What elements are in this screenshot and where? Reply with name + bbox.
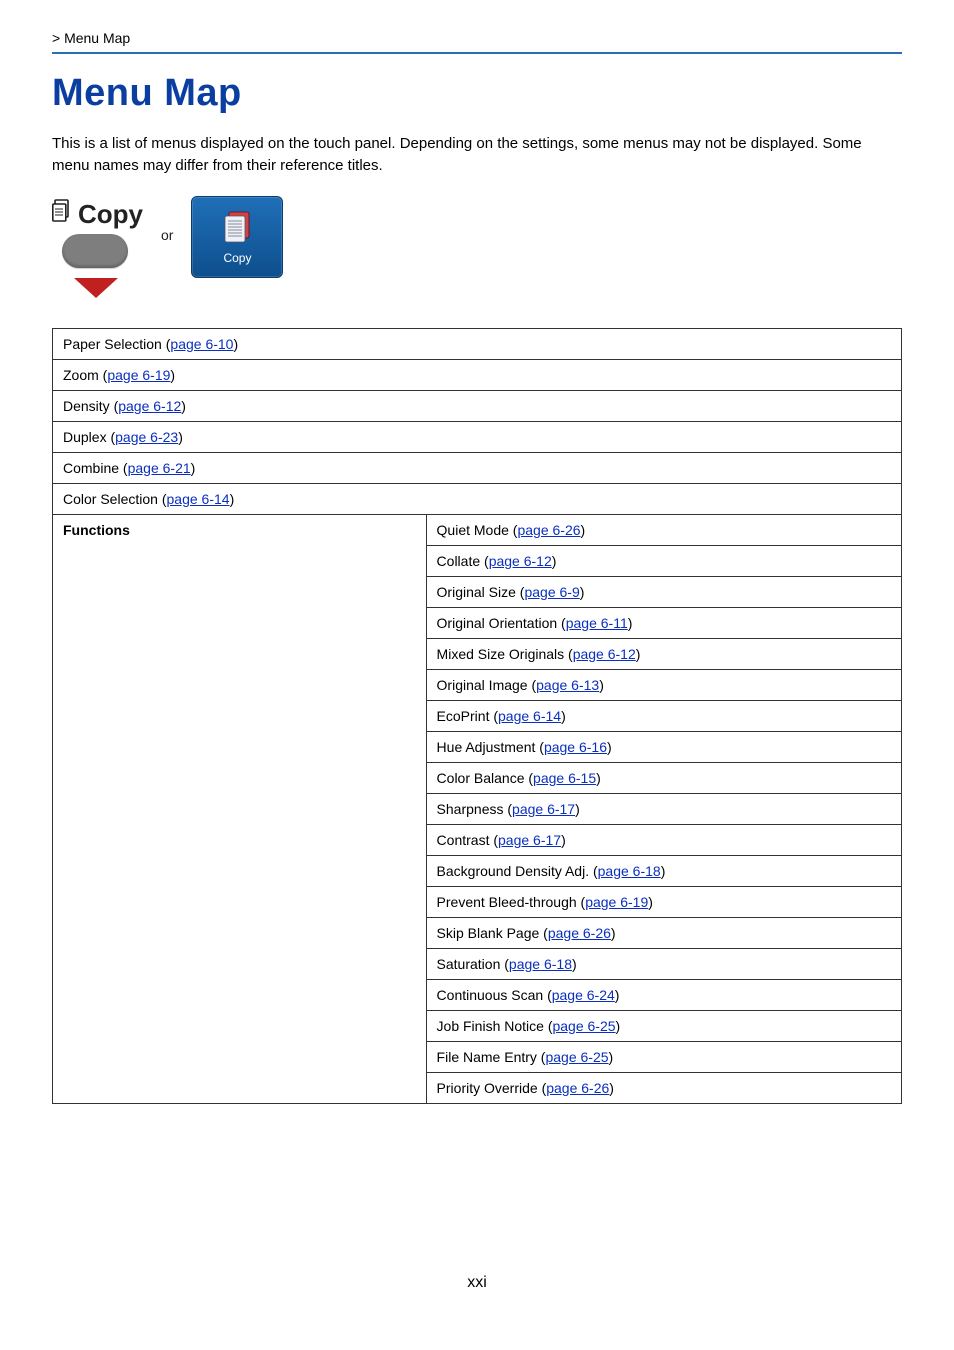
page-link[interactable]: page 6-9 [524, 584, 579, 600]
table-row: FunctionsQuiet Mode (page 6-26) [53, 514, 902, 545]
table-cell: Saturation (page 6-18) [426, 948, 901, 979]
page-number: xxi [52, 1274, 902, 1292]
menu-item-label: Color Selection ( [63, 491, 167, 507]
table-cell: Color Selection (page 6-14) [53, 483, 902, 514]
table-row: Zoom (page 6-19) [53, 359, 902, 390]
page-link[interactable]: page 6-16 [544, 739, 607, 755]
paper-stack-icon [218, 209, 256, 247]
or-label: or [161, 227, 173, 243]
table-cell: Mixed Size Originals (page 6-12) [426, 638, 901, 669]
menu-item-label: Sharpness ( [437, 801, 512, 817]
page-link[interactable]: page 6-14 [498, 708, 561, 724]
table-cell: Density (page 6-12) [53, 390, 902, 421]
page-link[interactable]: page 6-12 [118, 398, 181, 414]
page-link[interactable]: page 6-10 [170, 336, 233, 352]
table-cell: Zoom (page 6-19) [53, 359, 902, 390]
hardkey-button[interactable] [62, 234, 128, 268]
page-link[interactable]: page 6-14 [167, 491, 230, 507]
copy-hardkey: Copy [52, 199, 143, 298]
table-cell: Prevent Bleed-through (page 6-19) [426, 886, 901, 917]
menu-item-label: Skip Blank Page ( [437, 925, 548, 941]
copy-doc-icon [52, 199, 72, 223]
menu-item-label: Color Balance ( [437, 770, 534, 786]
copy-softkey-label: Copy [223, 251, 251, 265]
page-link[interactable]: page 6-12 [573, 646, 636, 662]
breadcrumb: > Menu Map [52, 30, 902, 52]
menu-item-label: Density ( [63, 398, 118, 414]
table-cell: Continuous Scan (page 6-24) [426, 979, 901, 1010]
copy-controls: Copy or Copy [52, 199, 902, 298]
page-link[interactable]: page 6-18 [598, 863, 661, 879]
page-link[interactable]: page 6-17 [498, 832, 561, 848]
menu-item-label: Collate ( [437, 553, 489, 569]
table-cell: Original Image (page 6-13) [426, 669, 901, 700]
menu-item-label: Hue Adjustment ( [437, 739, 544, 755]
table-cell: Quiet Mode (page 6-26) [426, 514, 901, 545]
table-cell: Sharpness (page 6-17) [426, 793, 901, 824]
functions-label-cell: Functions [53, 514, 427, 1103]
menu-item-label: Contrast ( [437, 832, 498, 848]
table-cell: Collate (page 6-12) [426, 545, 901, 576]
table-row: Color Selection (page 6-14) [53, 483, 902, 514]
menu-item-label: Combine ( [63, 460, 128, 476]
menu-item-label: Background Density Adj. ( [437, 863, 598, 879]
page-link[interactable]: page 6-17 [512, 801, 575, 817]
page-link[interactable]: page 6-19 [107, 367, 170, 383]
down-triangle-icon [74, 278, 118, 298]
page-link[interactable]: page 6-18 [509, 956, 572, 972]
table-cell: Hue Adjustment (page 6-16) [426, 731, 901, 762]
table-row: Duplex (page 6-23) [53, 421, 902, 452]
menu-item-label: Saturation ( [437, 956, 509, 972]
menu-item-label: Priority Override ( [437, 1080, 547, 1096]
page-title: Menu Map [52, 72, 902, 115]
page-link[interactable]: page 6-26 [517, 522, 580, 538]
page-link[interactable]: page 6-12 [489, 553, 552, 569]
table-cell: Original Size (page 6-9) [426, 576, 901, 607]
table-cell: Contrast (page 6-17) [426, 824, 901, 855]
menu-table: Paper Selection (page 6-10)Zoom (page 6-… [52, 328, 902, 1104]
page-link[interactable]: page 6-26 [548, 925, 611, 941]
page-link[interactable]: page 6-25 [545, 1049, 608, 1065]
menu-item-label: File Name Entry ( [437, 1049, 546, 1065]
page-link[interactable]: page 6-13 [536, 677, 599, 693]
menu-item-label: Original Orientation ( [437, 615, 566, 631]
menu-item-label: Continuous Scan ( [437, 987, 552, 1003]
page-link[interactable]: page 6-25 [552, 1018, 615, 1034]
menu-item-label: Paper Selection ( [63, 336, 170, 352]
page-link[interactable]: page 6-24 [552, 987, 615, 1003]
copy-softkey[interactable]: Copy [191, 196, 283, 278]
page-link[interactable]: page 6-21 [128, 460, 191, 476]
table-cell: EcoPrint (page 6-14) [426, 700, 901, 731]
menu-item-label: Duplex ( [63, 429, 115, 445]
table-cell: Priority Override (page 6-26) [426, 1072, 901, 1103]
table-cell: File Name Entry (page 6-25) [426, 1041, 901, 1072]
table-cell: Paper Selection (page 6-10) [53, 328, 902, 359]
menu-item-label: Quiet Mode ( [437, 522, 518, 538]
table-cell: Skip Blank Page (page 6-26) [426, 917, 901, 948]
table-cell: Color Balance (page 6-15) [426, 762, 901, 793]
table-cell: Original Orientation (page 6-11) [426, 607, 901, 638]
menu-item-label: Mixed Size Originals ( [437, 646, 573, 662]
menu-item-label: Zoom ( [63, 367, 107, 383]
table-cell: Job Finish Notice (page 6-25) [426, 1010, 901, 1041]
table-row: Paper Selection (page 6-10) [53, 328, 902, 359]
table-cell: Background Density Adj. (page 6-18) [426, 855, 901, 886]
page-link[interactable]: page 6-26 [546, 1080, 609, 1096]
table-cell: Duplex (page 6-23) [53, 421, 902, 452]
page-link[interactable]: page 6-19 [585, 894, 648, 910]
copy-hardkey-label: Copy [78, 199, 143, 230]
page-link[interactable]: page 6-15 [533, 770, 596, 786]
menu-item-label: Job Finish Notice ( [437, 1018, 553, 1034]
table-row: Density (page 6-12) [53, 390, 902, 421]
page-link[interactable]: page 6-11 [566, 615, 628, 631]
table-cell: Combine (page 6-21) [53, 452, 902, 483]
divider [52, 52, 902, 54]
page-link[interactable]: page 6-23 [115, 429, 178, 445]
intro-text: This is a list of menus displayed on the… [52, 133, 902, 177]
menu-item-label: Prevent Bleed-through ( [437, 894, 586, 910]
table-row: Combine (page 6-21) [53, 452, 902, 483]
menu-item-label: EcoPrint ( [437, 708, 498, 724]
menu-item-label: Original Size ( [437, 584, 525, 600]
menu-item-label: Original Image ( [437, 677, 537, 693]
